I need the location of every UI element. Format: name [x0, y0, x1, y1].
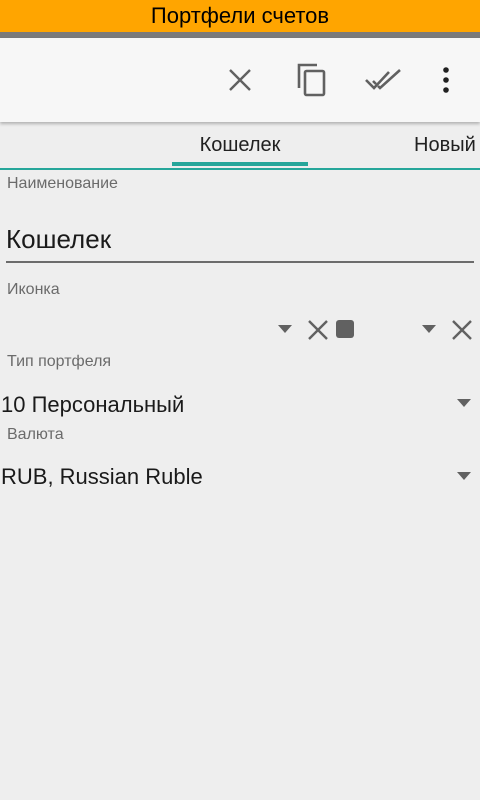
tab-novyi[interactable]: Новый	[404, 122, 480, 168]
copy-icon	[297, 63, 326, 97]
close-icon	[229, 69, 251, 91]
more-vert-icon	[443, 67, 449, 93]
more-options-button[interactable]	[422, 56, 470, 104]
chevron-down-icon[interactable]	[457, 472, 471, 480]
app-title: Портфели счетов	[150, 3, 330, 28]
tab-label: Новый	[414, 133, 476, 156]
action-toolbar	[0, 38, 480, 122]
tab-label: Кошелек	[199, 133, 281, 156]
close-button[interactable]	[216, 56, 264, 104]
currency-select[interactable]: RUB, Russian Ruble	[1, 464, 203, 490]
copy-button[interactable]	[288, 56, 336, 104]
done-all-icon	[365, 69, 401, 90]
icon-dropdown-arrow[interactable]	[278, 325, 292, 333]
name-label: Наименование	[7, 175, 118, 192]
chevron-down-icon[interactable]	[457, 399, 471, 407]
clear-icon[interactable]	[307, 319, 329, 341]
clear-color-icon[interactable]	[451, 319, 473, 341]
icon-label: Иконка	[7, 281, 60, 298]
color-swatch[interactable]	[336, 320, 354, 338]
currency-label: Валюта	[7, 426, 64, 443]
selected-tab-indicator	[172, 162, 308, 166]
portfolio-type-label: Тип портфеля	[7, 353, 112, 370]
portfolio-type-select[interactable]: 10 Персональный	[1, 392, 184, 418]
color-dropdown-arrow[interactable]	[422, 325, 436, 333]
name-field-underline	[6, 261, 474, 263]
done-all-button[interactable]	[360, 56, 408, 104]
app-title-bar: Портфели счетов	[0, 0, 480, 32]
name-field[interactable]: Кошелек	[6, 224, 111, 255]
